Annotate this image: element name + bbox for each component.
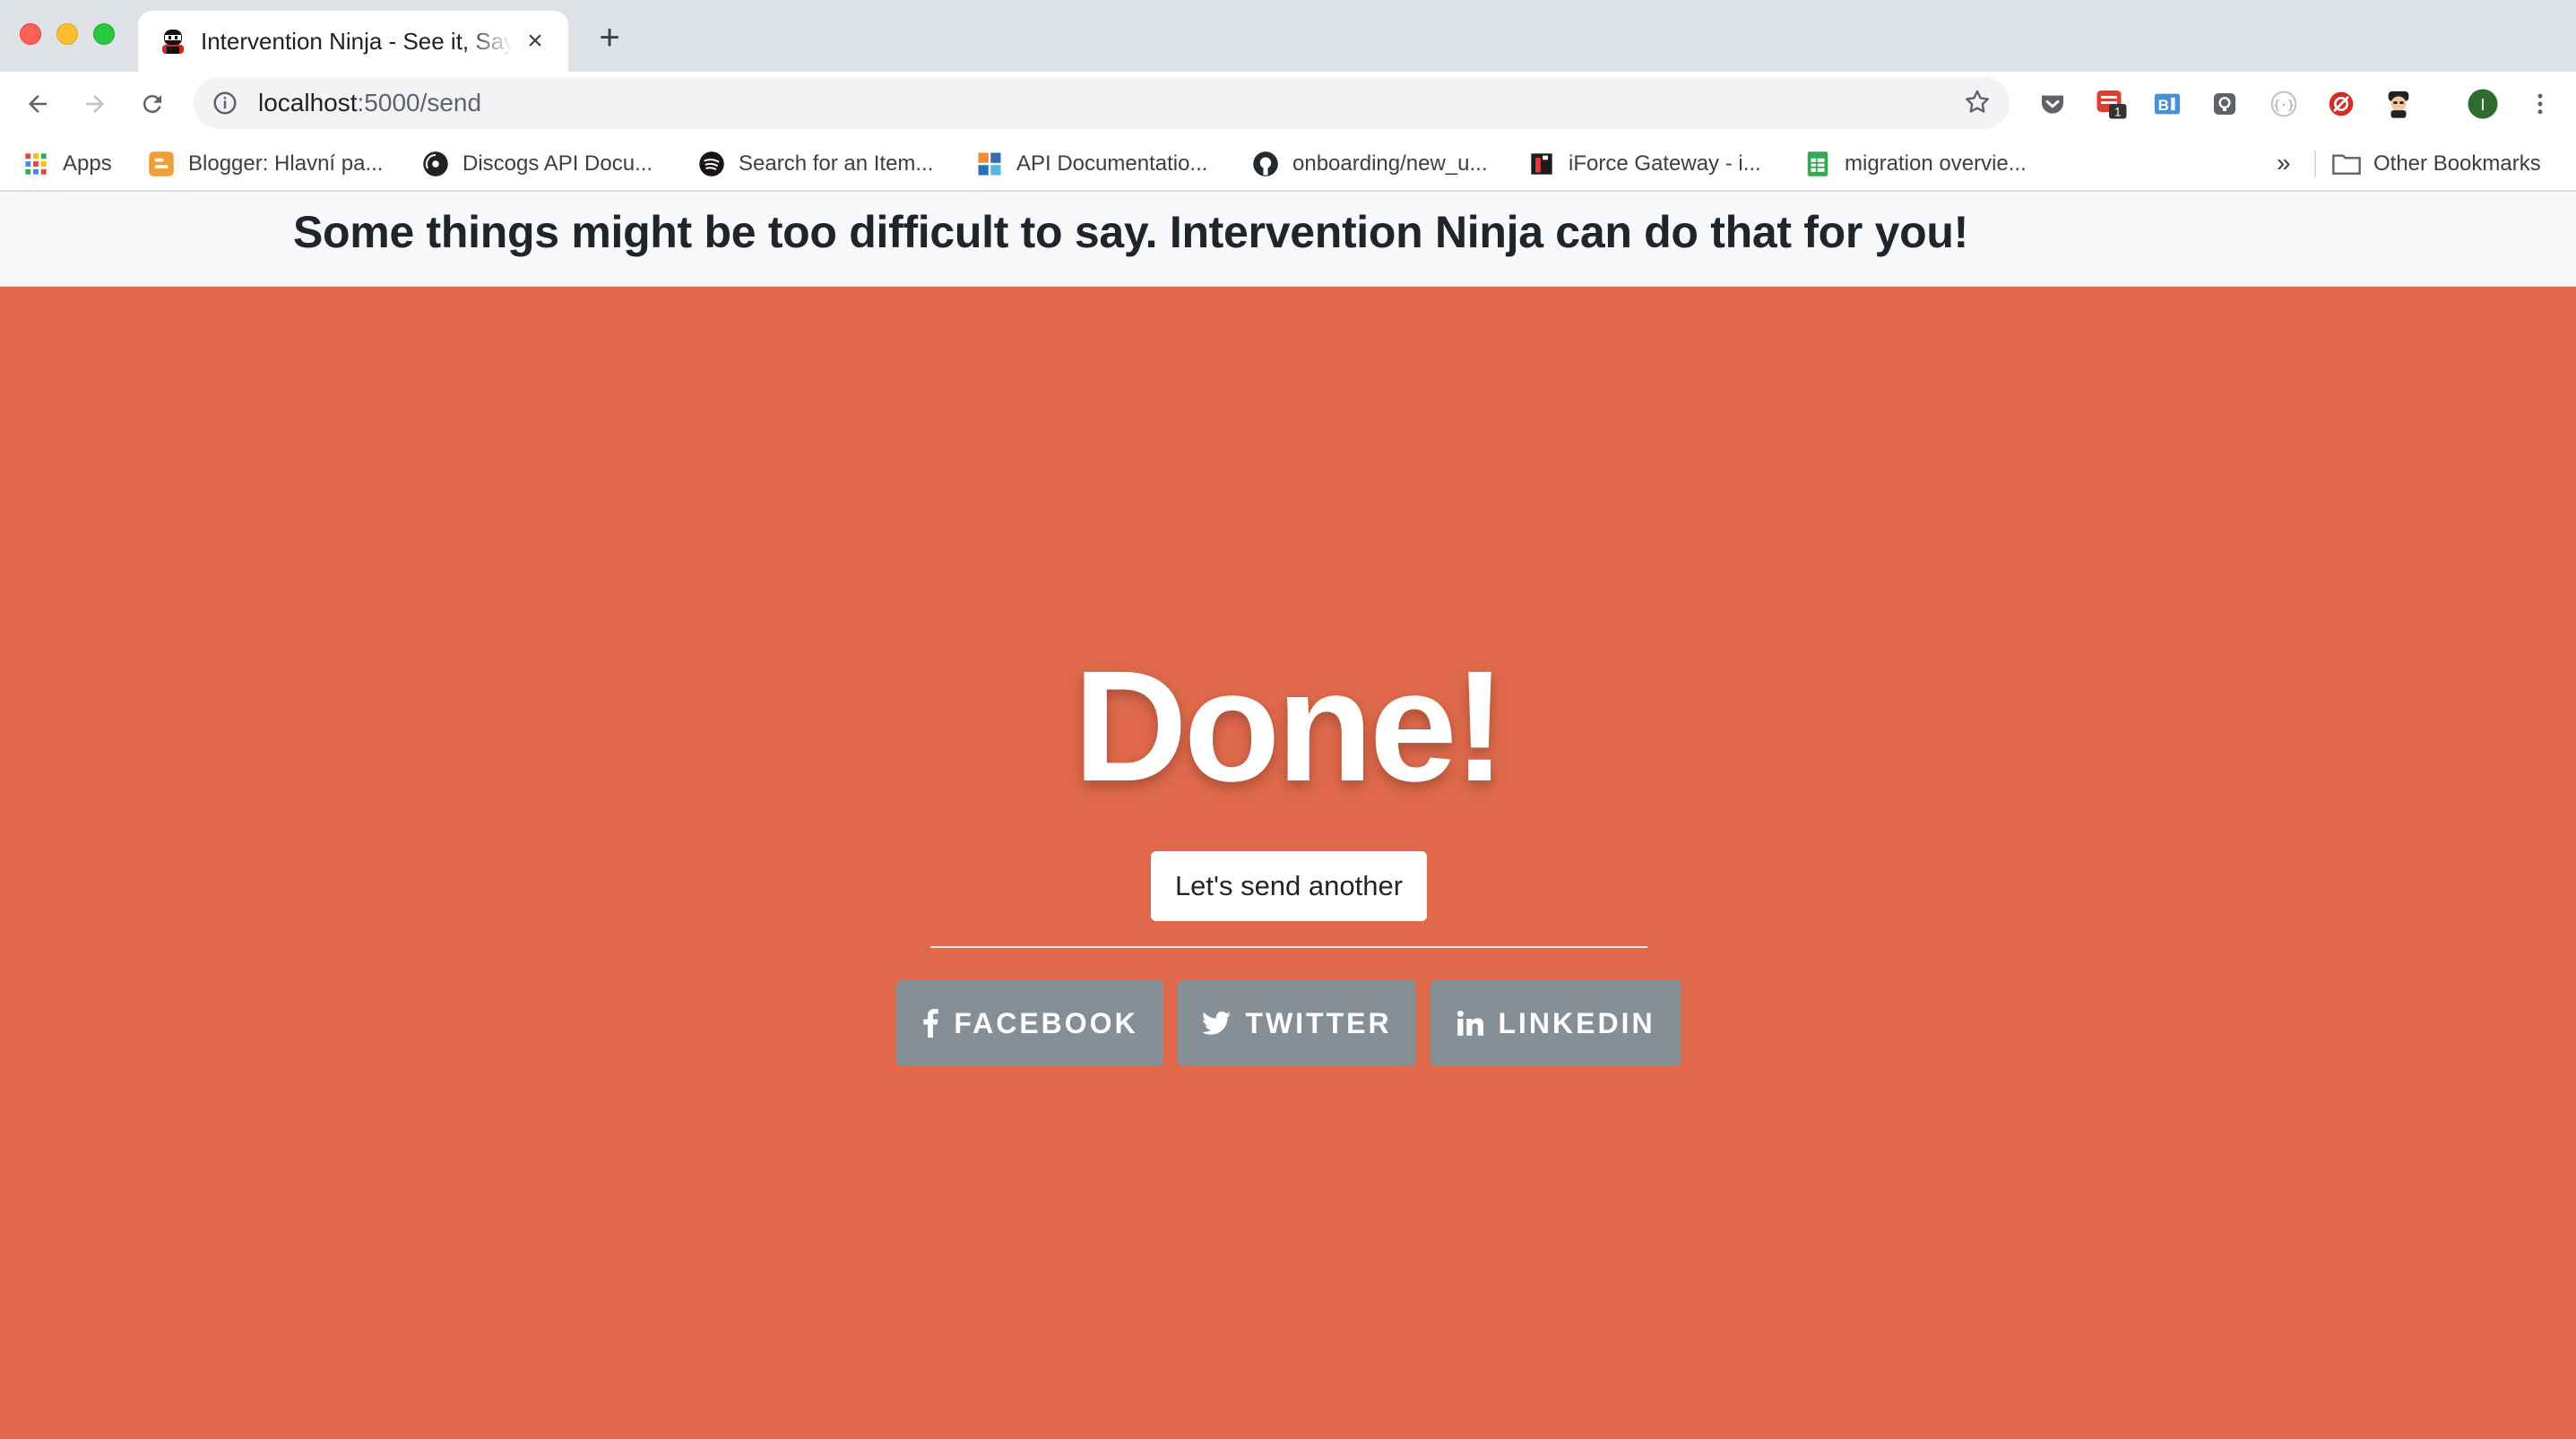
send-another-button[interactable]: Let's send another: [1151, 851, 1427, 921]
reload-icon[interactable]: [134, 86, 170, 122]
github-icon: [1251, 150, 1280, 178]
bookmarks-bar: Apps Blogger: Hlavní pa... Discogs API D…: [0, 136, 2576, 192]
api-doc-icon: [975, 150, 1004, 178]
window-close-button[interactable]: [20, 23, 41, 45]
bookmarks-divider: [2314, 151, 2316, 177]
hero-section: Done! Let's send another FACEBOOK TWITTE…: [0, 287, 2576, 1439]
address-bar[interactable]: localhost:5000/send: [194, 77, 2010, 129]
iforce-icon: [1527, 150, 1556, 178]
browser-toolbar: localhost:5000/send 1 B {·} I: [0, 72, 2576, 136]
bookmark-label: Discogs API Docu...: [462, 151, 653, 176]
bookmark-api-documentation[interactable]: API Documentatio...: [975, 147, 1207, 181]
bookmark-label: Blogger: Hlavní pa...: [188, 151, 384, 176]
tab-close-icon[interactable]: ×: [522, 28, 549, 55]
share-buttons: FACEBOOK TWITTER LINKEDIN: [0, 980, 2576, 1066]
bookmark-star-icon[interactable]: [1963, 88, 1992, 116]
spotify-icon: [697, 150, 726, 178]
profile-initial: I: [2480, 96, 2485, 114]
bookmark-label: Apps: [63, 151, 112, 176]
todoist-extension-icon[interactable]: 1: [2096, 88, 2128, 120]
bookmark-label: Search for an Item...: [739, 151, 934, 176]
bookmark-spotify[interactable]: Search for an Item...: [697, 147, 933, 181]
discogs-icon: [421, 150, 450, 178]
svg-text:B: B: [2158, 97, 2169, 114]
window-minimize-button[interactable]: [56, 23, 78, 45]
svg-text:{·}: {·}: [2273, 99, 2295, 112]
new-tab-button[interactable]: +: [592, 20, 627, 57]
done-heading: Done!: [1073, 639, 1507, 814]
bookmark-label: onboarding/new_u...: [1292, 151, 1488, 176]
bi-extension-icon[interactable]: B: [2151, 88, 2183, 120]
url-path: :5000/send: [357, 89, 482, 116]
extension-badge: 1: [2114, 106, 2122, 119]
share-facebook-button[interactable]: FACEBOOK: [896, 980, 1163, 1066]
lastpass-extension-icon[interactable]: [2325, 88, 2357, 120]
pocket-extension-icon[interactable]: [2036, 88, 2069, 120]
forward-arrow-icon[interactable]: [77, 86, 113, 122]
page-header: Some things might be too difficult to sa…: [0, 192, 2576, 287]
browser-tab-active[interactable]: Intervention Ninja - See it, Say it, Sen…: [138, 11, 568, 72]
share-twitter-label: TWITTER: [1245, 1006, 1392, 1039]
profile-avatar[interactable]: I: [2467, 88, 2499, 120]
ninja-favicon-icon: [158, 26, 188, 56]
share-facebook-label: FACEBOOK: [954, 1006, 1138, 1039]
bookmark-label: migration overvie...: [1845, 151, 2027, 176]
bookmark-iforce-gateway[interactable]: iForce Gateway - i...: [1527, 147, 1761, 181]
lightbulb-extension-icon[interactable]: [2209, 88, 2241, 120]
share-twitter-button[interactable]: TWITTER: [1178, 980, 1416, 1066]
bookmark-label: Other Bookmarks: [2373, 151, 2541, 176]
bookmark-label: iForce Gateway - i...: [1569, 151, 1761, 176]
site-info-icon[interactable]: [212, 90, 238, 116]
bookmark-github-onboarding[interactable]: onboarding/new_u...: [1251, 147, 1488, 181]
bookmark-migration-overview[interactable]: migration overvie...: [1803, 147, 2027, 181]
sheets-icon: [1803, 150, 1832, 178]
url-host: localhost: [258, 89, 358, 116]
code-extension-icon[interactable]: {·}: [2268, 88, 2300, 120]
blogger-icon: [147, 150, 176, 178]
browser-tabstrip: Intervention Ninja - See it, Say it, Sen…: [0, 0, 2576, 72]
twitter-icon: [1202, 1011, 1232, 1036]
share-linkedin-label: LINKEDIN: [1498, 1006, 1655, 1039]
browser-menu-icon[interactable]: [2524, 88, 2556, 120]
apps-grid-icon: [22, 150, 50, 178]
bookmark-label: API Documentatio...: [1016, 151, 1208, 176]
avatar-extension-icon[interactable]: [2382, 88, 2415, 120]
bookmark-apps[interactable]: Apps: [22, 147, 112, 181]
page-tagline: Some things might be too difficult to sa…: [293, 207, 1968, 257]
bookmark-discogs[interactable]: Discogs API Docu...: [421, 147, 653, 181]
window-zoom-button[interactable]: [93, 23, 115, 45]
more-bookmarks-chevron[interactable]: »: [2277, 149, 2291, 177]
facebook-icon: [921, 1009, 939, 1038]
bookmark-other-bookmarks[interactable]: Other Bookmarks: [2332, 147, 2541, 181]
share-linkedin-button[interactable]: LINKEDIN: [1431, 980, 1681, 1066]
tab-title: Intervention Ninja - See it, Say it, Sen…: [201, 27, 513, 55]
section-divider: [930, 946, 1647, 948]
folder-icon: [2332, 150, 2361, 178]
back-arrow-icon[interactable]: [20, 86, 56, 122]
linkedin-icon: [1457, 1010, 1484, 1037]
bookmark-blogger[interactable]: Blogger: Hlavní pa...: [147, 147, 383, 181]
